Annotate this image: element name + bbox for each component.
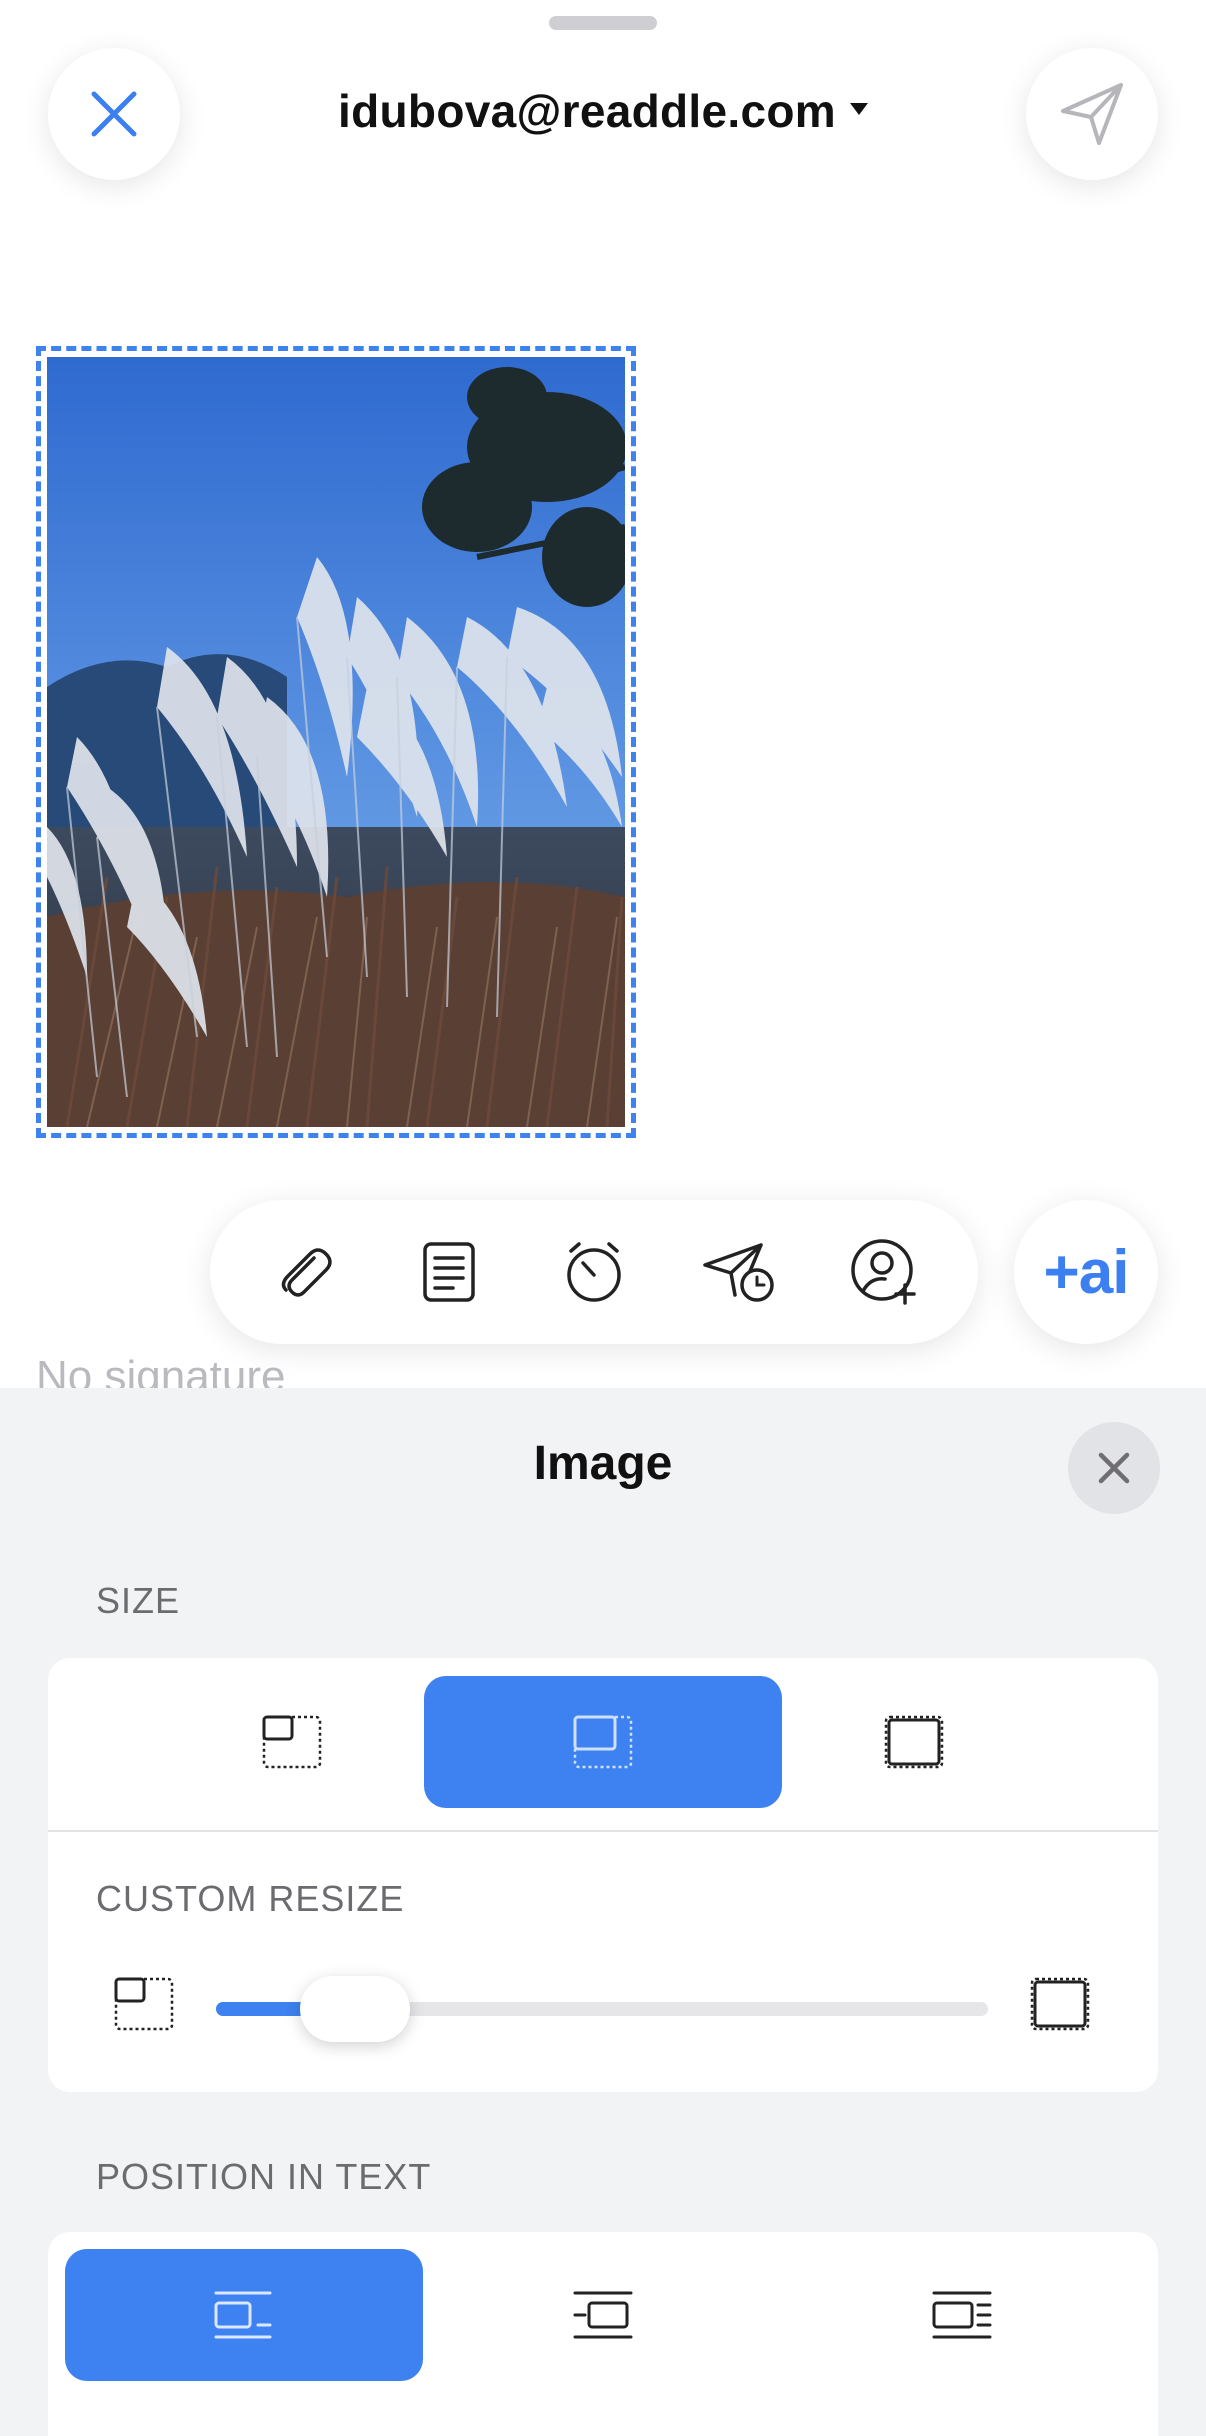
document-lines-icon: [423, 1242, 475, 1302]
ai-assistant-button[interactable]: +ai: [1014, 1200, 1158, 1344]
close-icon: [1098, 1452, 1130, 1484]
align-right-icon: [932, 2291, 992, 2339]
position-center-button[interactable]: [424, 2249, 782, 2381]
selected-image[interactable]: [36, 346, 636, 1138]
align-center-icon: [573, 2291, 633, 2339]
compose-toolbar: [210, 1200, 978, 1344]
resize-min-icon: [108, 1968, 180, 2040]
send-clock-icon: [703, 1243, 774, 1302]
custom-resize-label: CUSTOM RESIZE: [96, 1878, 405, 1919]
position-card: [48, 2232, 1158, 2436]
size-medium-button[interactable]: [424, 1676, 782, 1808]
custom-resize-slider[interactable]: [216, 1976, 988, 2042]
attachment-button[interactable]: [254, 1222, 354, 1322]
size-section-label: SIZE: [96, 1580, 181, 1621]
add-person-icon: [850, 1239, 916, 1305]
add-contact-button[interactable]: [834, 1222, 934, 1322]
size-medium-icon: [573, 1715, 633, 1769]
divider: [48, 1830, 1158, 1832]
position-left-button[interactable]: [65, 2249, 423, 2381]
sheet-grabber[interactable]: [549, 16, 657, 30]
align-left-icon: [214, 2291, 272, 2339]
chevron-down-icon: [849, 102, 868, 115]
image-settings-sheet: Image SIZE CUSTOM RESIZE POSITION IN TEX…: [0, 1388, 1206, 2436]
size-card: CUSTOM RESIZE: [48, 1658, 1158, 2092]
sheet-title: Image: [533, 1437, 673, 1490]
position-right-button[interactable]: [783, 2249, 1141, 2381]
send-later-button[interactable]: [689, 1222, 789, 1322]
size-small-icon: [262, 1715, 322, 1769]
position-section-label: POSITION IN TEXT: [96, 2156, 432, 2197]
slider-thumb[interactable]: [299, 1976, 410, 2042]
template-button[interactable]: [399, 1222, 499, 1322]
resize-max-icon: [1024, 1968, 1096, 2040]
size-original-icon: [884, 1715, 944, 1769]
from-account-label: idubova@readdle.com: [338, 85, 836, 137]
compose-screen: idubova@readdle.com +ai No signature Ima…: [0, 0, 1206, 2436]
size-original-button[interactable]: [735, 1676, 1093, 1808]
photo-grass-sky: [47, 357, 625, 1127]
send-icon: [1061, 83, 1123, 145]
alarm-clock-icon: [567, 1242, 621, 1302]
reminder-button[interactable]: [544, 1222, 644, 1322]
size-small-button[interactable]: [113, 1676, 471, 1808]
paperclip-icon: [282, 1248, 333, 1297]
sheet-close-button[interactable]: [1068, 1422, 1160, 1514]
send-button[interactable]: [1026, 48, 1158, 180]
